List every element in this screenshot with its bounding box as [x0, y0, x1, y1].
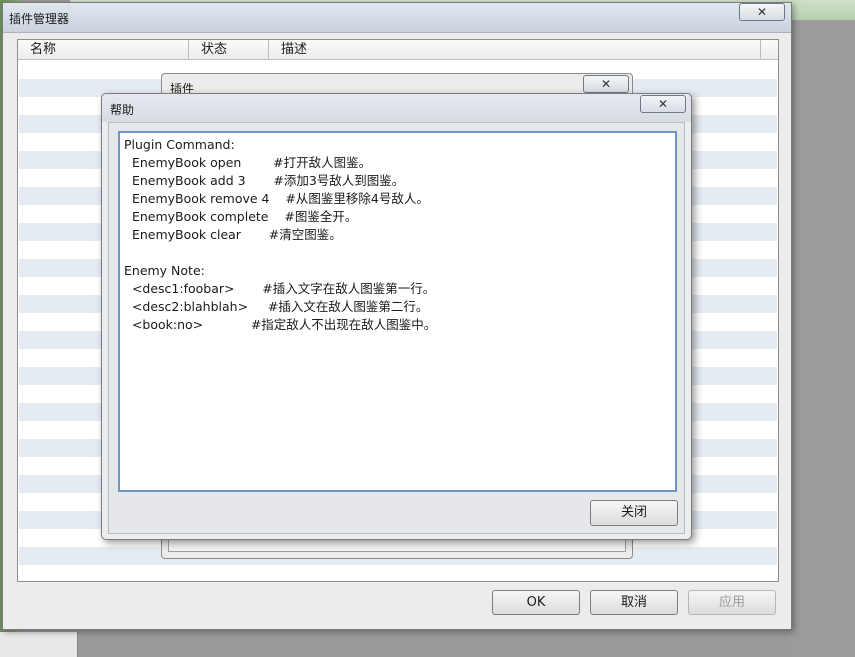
window-title: 插件管理器 [9, 12, 70, 26]
close-button[interactable]: ✕ [739, 3, 785, 21]
close-button[interactable]: ✕ [583, 75, 629, 93]
dialog-title: 帮助 [110, 103, 135, 117]
help-dialog: 帮助 ✕ Plugin Command: EnemyBook open #打开敌… [101, 93, 692, 540]
ok-button[interactable]: OK [492, 590, 580, 615]
apply-button[interactable]: 应用 [688, 590, 776, 615]
list-header: 名称 状态 描述 [18, 40, 778, 60]
column-header-status[interactable]: 状态 [189, 40, 269, 60]
close-button[interactable]: ✕ [640, 95, 686, 113]
help-text-area[interactable]: Plugin Command: EnemyBook open #打开敌人图鉴。 … [118, 131, 677, 492]
cancel-button[interactable]: 取消 [590, 590, 678, 615]
title-bar: 插件管理器 ✕ [3, 3, 791, 33]
close-dialog-button[interactable]: 关闭 [590, 500, 678, 526]
column-header-name[interactable]: 名称 [18, 40, 189, 60]
background-area [790, 20, 855, 657]
help-body: Plugin Command: EnemyBook open #打开敌人图鉴。 … [108, 122, 685, 534]
title-bar: 帮助 ✕ [102, 94, 691, 122]
background-statusbar [0, 632, 78, 657]
column-header-description[interactable]: 描述 [269, 40, 761, 60]
